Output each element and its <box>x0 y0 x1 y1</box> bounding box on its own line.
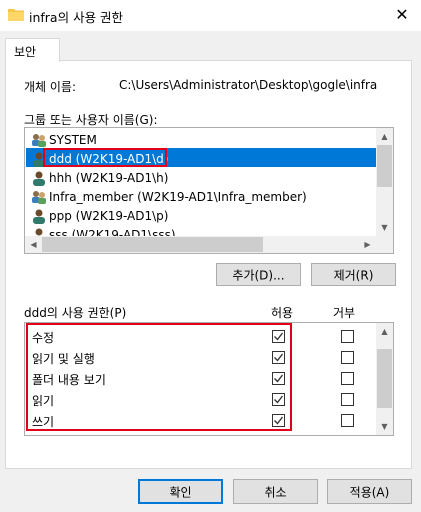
scroll-right-icon[interactable]: ▶ <box>359 236 376 253</box>
scroll-up-icon[interactable]: ▲ <box>376 128 393 145</box>
ok-button[interactable]: 확인 <box>138 479 223 504</box>
ok-button-label: 확인 <box>169 485 192 499</box>
add-button[interactable]: 추가(D)... <box>216 263 301 286</box>
close-icon[interactable]: ✕ <box>389 3 415 27</box>
list-item-label: Infra_member (W2K19-AD1\Infra_member) <box>49 190 307 204</box>
apply-button-label: 적용(A) <box>349 485 390 499</box>
group-users-icon <box>32 191 46 204</box>
list-item-label: SYSTEM <box>49 133 97 147</box>
cancel-button[interactable]: 취소 <box>233 479 318 504</box>
scroll-down-icon[interactable]: ▼ <box>376 219 393 236</box>
group-users-icon <box>32 134 46 147</box>
permissions-vertical-scrollbar[interactable]: ▲ ▼ <box>376 323 393 435</box>
deny-checkbox[interactable] <box>341 414 354 427</box>
list-item[interactable]: ppp (W2K19-AD1\p) <box>29 207 379 226</box>
list-item-label: hhh (W2K19-AD1\h) <box>49 171 169 185</box>
principals-label: 그룹 또는 사용자 이름(G): <box>24 113 158 127</box>
list-item[interactable]: hhh (W2K19-AD1\h) <box>29 169 379 188</box>
scroll-down-icon[interactable]: ▼ <box>376 418 393 435</box>
deny-checkbox[interactable] <box>341 351 354 364</box>
allow-column-header: 허용 <box>271 306 294 320</box>
scroll-up-icon[interactable]: ▲ <box>376 323 393 340</box>
deny-checkbox[interactable] <box>341 330 354 343</box>
object-name-value: C:\Users\Administrator\Desktop\gogle\inf… <box>119 78 378 92</box>
scroll-left-icon[interactable]: ◀ <box>25 236 42 253</box>
principals-listbox[interactable]: SYSTEM ddd (W2K19-AD1\d) hhh (W2K19-AD1\… <box>24 127 394 254</box>
permissions-label: ddd의 사용 권한(P) <box>24 306 127 320</box>
deny-column-header: 거부 <box>333 306 356 320</box>
user-icon <box>33 171 45 186</box>
list-item-label: ppp (W2K19-AD1\p) <box>49 209 169 223</box>
highlight-box-permissions <box>26 323 292 431</box>
add-button-label: 추가(D)... <box>232 268 285 282</box>
folder-icon <box>8 9 24 21</box>
tab-security[interactable]: 보안 <box>5 38 60 62</box>
apply-button[interactable]: 적용(A) <box>327 479 412 504</box>
scroll-thumb[interactable] <box>377 349 392 408</box>
deny-checkbox[interactable] <box>341 372 354 385</box>
cancel-button-label: 취소 <box>264 485 287 499</box>
remove-button[interactable]: 제거(R) <box>311 263 396 286</box>
scroll-thumb[interactable] <box>42 237 263 252</box>
object-name-label: 개체 이름: <box>24 80 77 94</box>
highlight-box-selected-user <box>43 148 167 167</box>
window-title: infra의 사용 권한 <box>29 10 124 25</box>
user-icon <box>33 209 45 224</box>
remove-button-label: 제거(R) <box>333 268 374 282</box>
principals-vertical-scrollbar[interactable]: ▲ ▼ <box>376 128 393 253</box>
deny-checkbox[interactable] <box>341 393 354 406</box>
list-item[interactable]: Infra_member (W2K19-AD1\Infra_member) <box>29 188 379 207</box>
tab-security-label: 보안 <box>14 45 37 59</box>
scroll-thumb[interactable] <box>377 145 392 187</box>
principals-horizontal-scrollbar[interactable]: ◀ ▶ <box>25 236 376 253</box>
